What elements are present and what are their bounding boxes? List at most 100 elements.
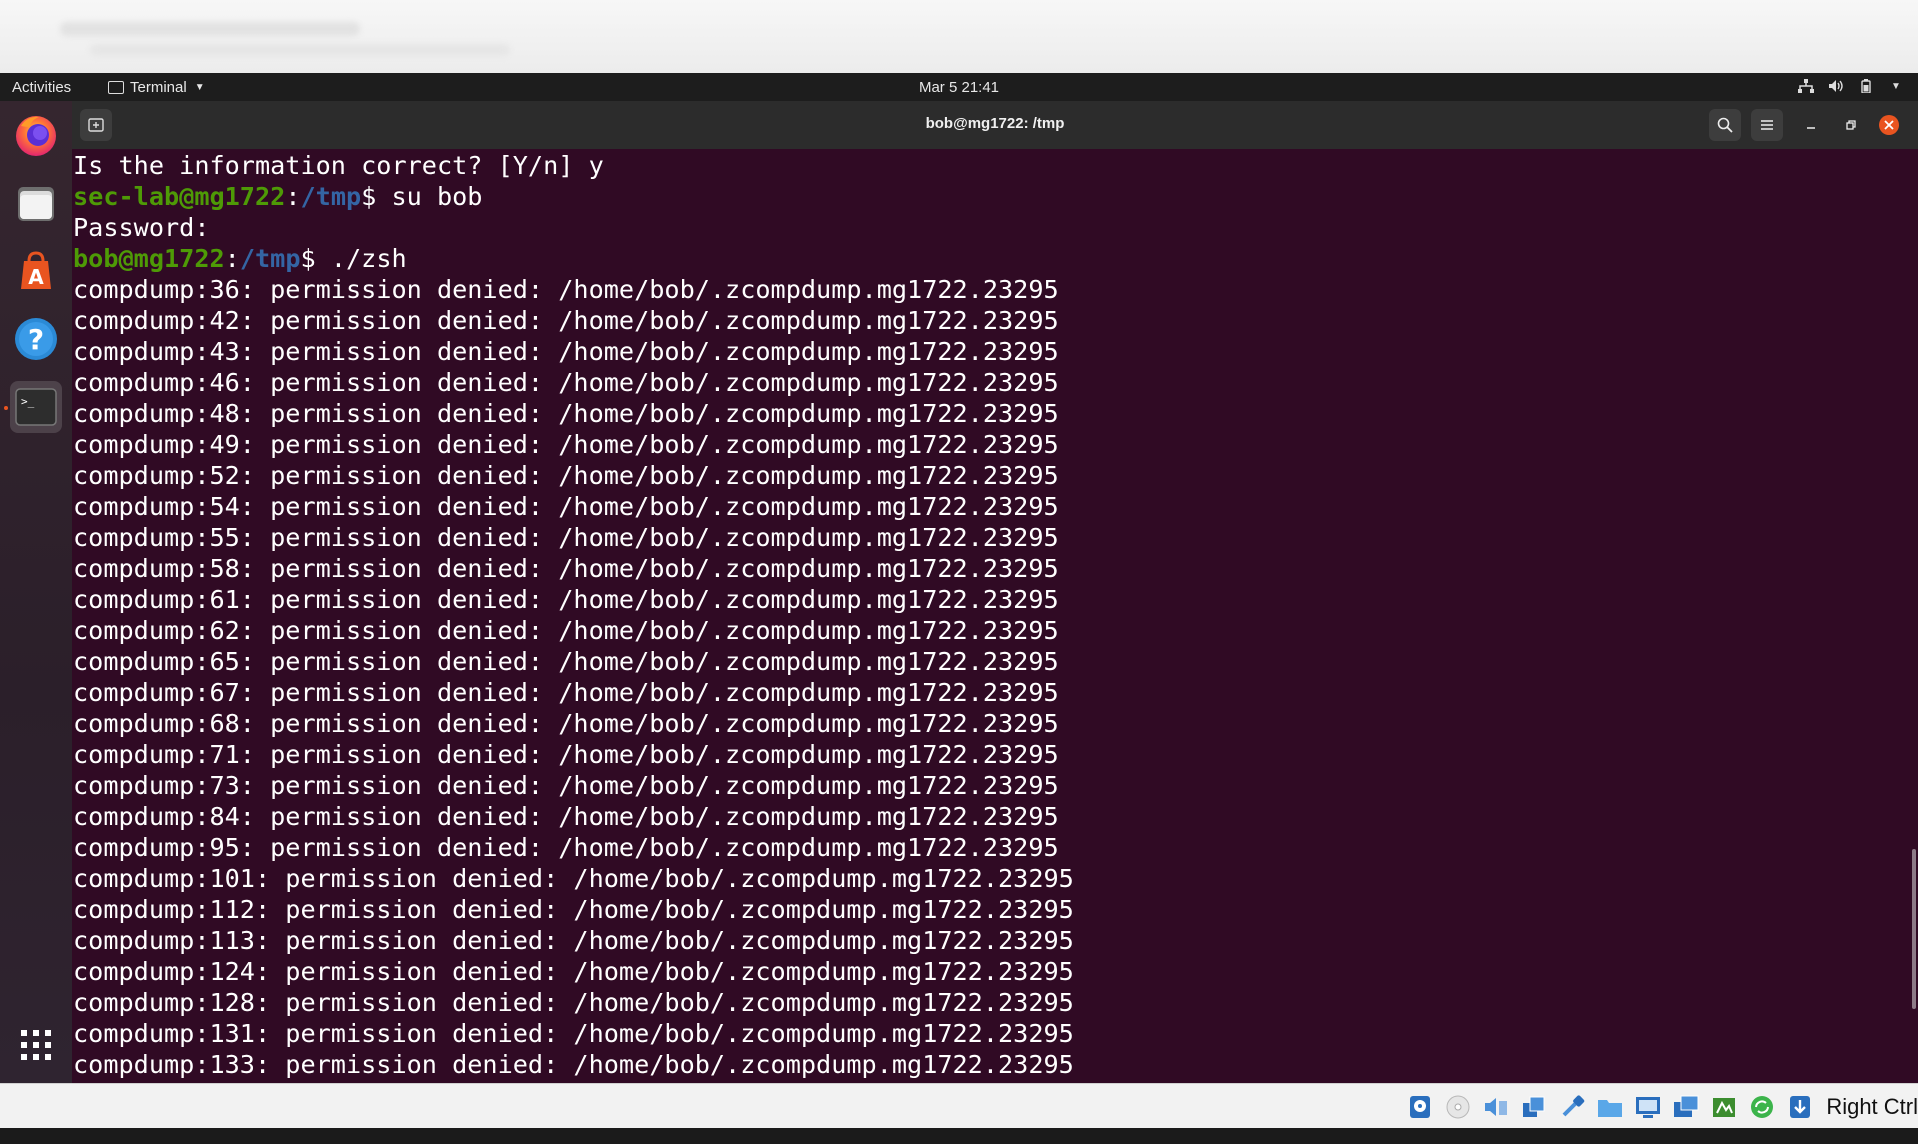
terminal-line: compdump:113: permission denied: /home/b… <box>73 925 1074 956</box>
terminal-text: compdump:124: permission denied: /home/b… <box>73 957 1074 986</box>
terminal-line: compdump:43: permission denied: /home/bo… <box>73 336 1074 367</box>
terminal-line: compdump:48: permission denied: /home/bo… <box>73 398 1074 429</box>
search-icon <box>1717 117 1733 133</box>
terminal-text: compdump:65: permission denied: /home/bo… <box>73 647 1059 676</box>
terminal-line: bob@mg1722:/tmp$ ./zsh <box>73 243 1074 274</box>
terminal-line: compdump:73: permission denied: /home/bo… <box>73 770 1074 801</box>
caret-down-icon: ▼ <box>1891 80 1901 92</box>
caret-down-icon: ▼ <box>194 82 205 93</box>
dock-show-apps[interactable] <box>10 1019 62 1071</box>
audio-icon[interactable] <box>1480 1092 1512 1122</box>
terminal-line: sec-lab@mg1722:/tmp$ su bob <box>73 181 1074 212</box>
terminal-text: compdump:43: permission denied: /home/bo… <box>73 337 1059 366</box>
terminal-text: compdump:62: permission denied: /home/bo… <box>73 616 1059 645</box>
recording-icon[interactable] <box>1708 1092 1740 1122</box>
minimize-icon <box>1807 127 1815 129</box>
svg-text:>_: >_ <box>21 395 35 408</box>
volume-icon <box>1828 79 1844 93</box>
terminal-line: compdump:128: permission denied: /home/b… <box>73 987 1074 1018</box>
terminal-text: compdump:84: permission denied: /home/bo… <box>73 802 1059 831</box>
blurred-tab <box>60 22 360 36</box>
app-menu-terminal[interactable]: Terminal ▼ <box>108 79 205 96</box>
usb-icon[interactable] <box>1556 1092 1588 1122</box>
close-icon <box>1879 115 1899 135</box>
terminal-line: compdump:84: permission denied: /home/bo… <box>73 801 1074 832</box>
terminal-text: compdump:133: permission denied: /home/b… <box>73 1050 1074 1079</box>
files-icon <box>18 187 54 221</box>
terminal-text: : <box>285 182 301 211</box>
blurred-toolbar <box>90 44 510 56</box>
terminal-line: compdump:46: permission denied: /home/bo… <box>73 367 1074 398</box>
terminal-text: compdump:55: permission denied: /home/bo… <box>73 523 1059 552</box>
hard-disk-icon[interactable] <box>1404 1092 1436 1122</box>
minimize-button[interactable] <box>1795 109 1827 141</box>
firefox-icon <box>16 116 56 156</box>
dock-item-files[interactable] <box>10 177 62 229</box>
video-capture-icon[interactable] <box>1670 1092 1702 1122</box>
terminal-output[interactable]: Is the information correct? [Y/n] y sec-l… <box>72 149 1918 1083</box>
terminal-line: compdump:65: permission denied: /home/bo… <box>73 646 1074 677</box>
show-apps-icon <box>21 1030 51 1060</box>
app-menu-label: Terminal <box>130 79 187 96</box>
activities-button[interactable]: Activities <box>12 79 71 96</box>
mouse-integration-icon[interactable] <box>1784 1092 1816 1122</box>
terminal-icon: >_ <box>15 388 57 426</box>
terminal-text: compdump:46: permission denied: /home/bo… <box>73 368 1059 397</box>
dock-item-terminal[interactable]: >_ <box>10 381 62 433</box>
window-title: bob@mg1722: /tmp <box>925 115 1065 132</box>
virtualbox-status-bar: Right Ctrl <box>0 1083 1918 1129</box>
terminal-text: compdump:48: permission denied: /home/bo… <box>73 399 1059 428</box>
close-button[interactable] <box>1873 109 1905 141</box>
prompt-user-host: sec-lab@mg1722 <box>73 182 286 211</box>
terminal-line: compdump:112: permission denied: /home/b… <box>73 894 1074 925</box>
terminal-line: compdump:71: permission denied: /home/bo… <box>73 739 1074 770</box>
terminal-text: compdump:67: permission denied: /home/bo… <box>73 678 1059 707</box>
terminal-text: compdump:61: permission denied: /home/bo… <box>73 585 1059 614</box>
terminal-text: compdump:131: permission denied: /home/b… <box>73 1019 1074 1048</box>
battery-icon <box>1858 79 1874 93</box>
terminal-line: compdump:36: permission denied: /home/bo… <box>73 274 1074 305</box>
display-icon[interactable] <box>1632 1092 1664 1122</box>
terminal-line: compdump:42: permission denied: /home/bo… <box>73 305 1074 336</box>
terminal-line: compdump:124: permission denied: /home/b… <box>73 956 1074 987</box>
terminal-line: compdump:101: permission denied: /home/b… <box>73 863 1074 894</box>
terminal-text: compdump:101: permission denied: /home/b… <box>73 864 1074 893</box>
terminal-text: compdump:71: permission denied: /home/bo… <box>73 740 1059 769</box>
svg-text:A: A <box>28 265 44 289</box>
dock-item-help[interactable]: ? <box>10 313 62 365</box>
terminal-text: $ ./zsh <box>300 244 407 273</box>
network-icon[interactable] <box>1518 1092 1550 1122</box>
search-button[interactable] <box>1709 109 1741 141</box>
terminal-line: compdump:67: permission denied: /home/bo… <box>73 677 1074 708</box>
terminal-text: compdump:73: permission denied: /home/bo… <box>73 771 1059 800</box>
terminal-lines: Is the information correct? [Y/n] y sec-l… <box>73 150 1074 1080</box>
dock-item-firefox[interactable] <box>10 109 62 161</box>
host-taskbar-strip <box>0 1128 1918 1144</box>
terminal-line: Is the information correct? [Y/n] y <box>73 150 1074 181</box>
terminal-text: compdump:128: permission denied: /home/b… <box>73 988 1074 1017</box>
terminal-line: compdump:133: permission denied: /home/b… <box>73 1049 1074 1080</box>
prompt-user-host: bob@mg1722 <box>73 244 225 273</box>
help-icon: ? <box>15 318 57 360</box>
shared-folders-icon[interactable] <box>1594 1092 1626 1122</box>
system-tray[interactable]: ▼ <box>1798 79 1904 93</box>
clock[interactable]: Mar 5 21:41 <box>919 79 999 96</box>
terminal-line: compdump:61: permission denied: /home/bo… <box>73 584 1074 615</box>
menu-button[interactable] <box>1751 109 1783 141</box>
terminal-line: compdump:62: permission denied: /home/bo… <box>73 615 1074 646</box>
terminal-text: compdump:54: permission denied: /home/bo… <box>73 492 1059 521</box>
terminal-line: compdump:55: permission denied: /home/bo… <box>73 522 1074 553</box>
terminal-text: $ su bob <box>361 182 483 211</box>
optical-drive-icon[interactable] <box>1442 1092 1474 1122</box>
terminal-line: Password: <box>73 212 1074 243</box>
maximize-button[interactable] <box>1835 109 1867 141</box>
dock-item-app-center[interactable]: A <box>10 245 62 297</box>
terminal-text: compdump:68: permission denied: /home/bo… <box>73 709 1059 738</box>
terminal-text: compdump:52: permission denied: /home/bo… <box>73 461 1059 490</box>
cpu-icon[interactable] <box>1746 1092 1778 1122</box>
host-key-label: Right Ctrl <box>1826 1094 1918 1119</box>
terminal-text: : <box>224 244 240 273</box>
new-tab-button[interactable] <box>80 109 112 141</box>
terminal-headerbar: bob@mg1722: /tmp <box>72 101 1918 149</box>
terminal-scrollbar[interactable] <box>1912 849 1916 1009</box>
